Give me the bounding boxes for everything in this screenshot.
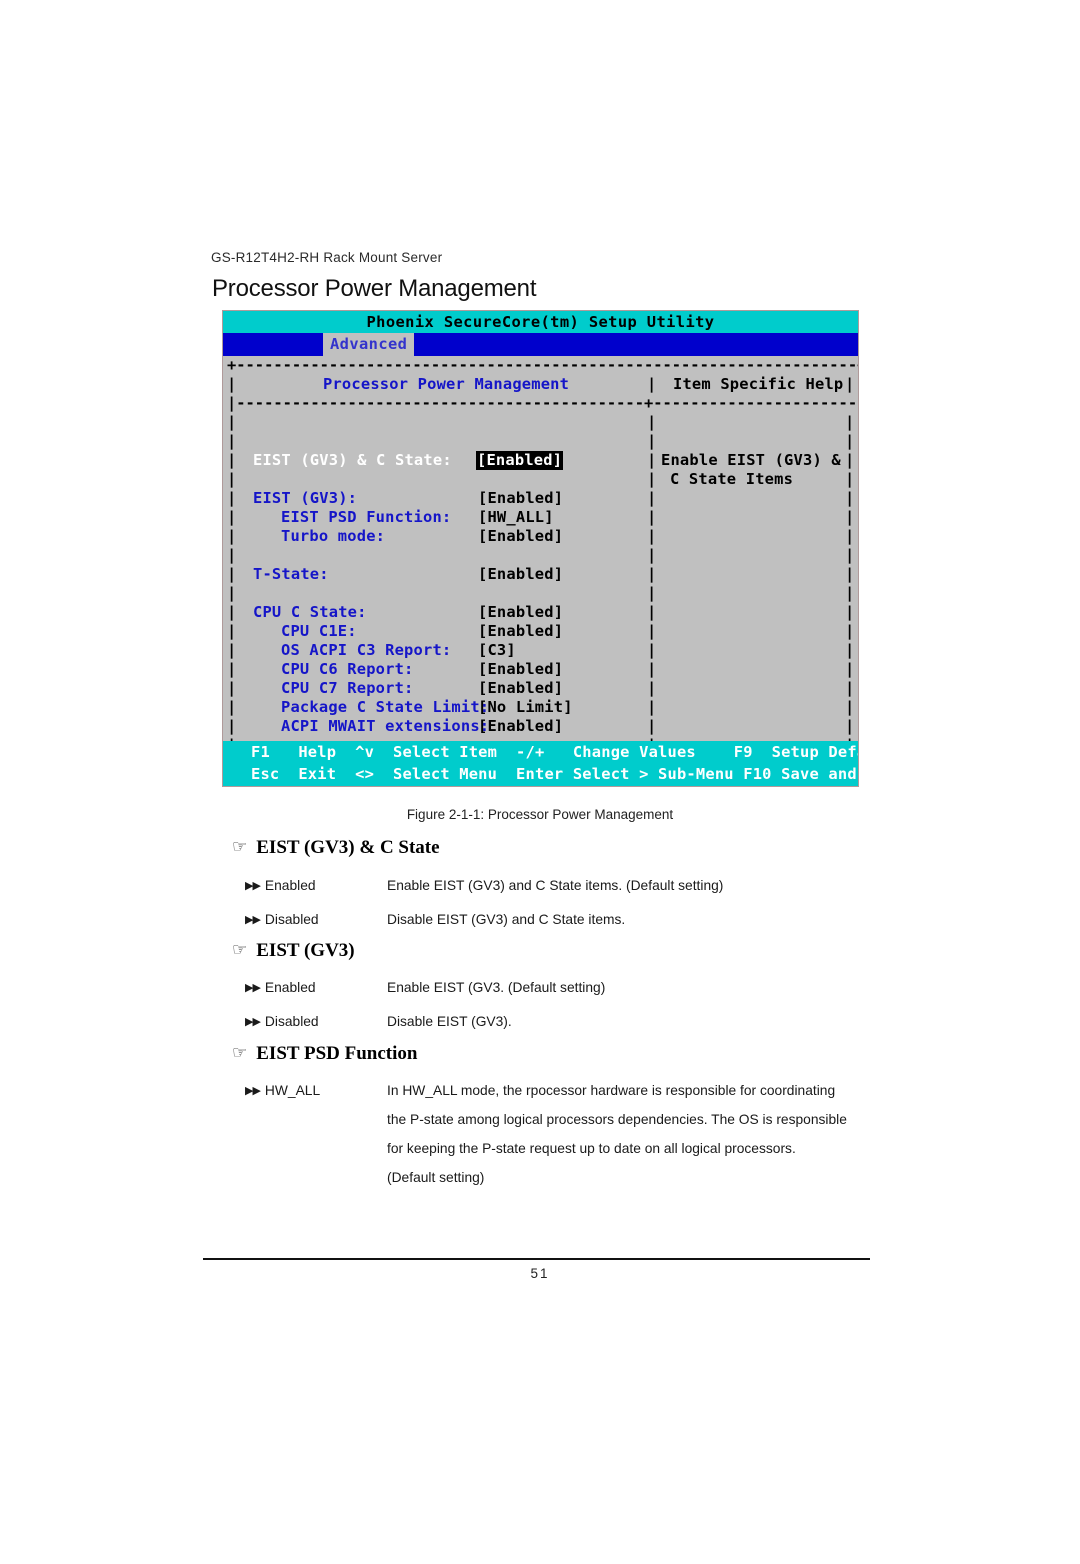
document-page: GS-R12T4H2-RH Rack Mount Server Processo…	[0, 0, 1080, 1564]
section-heading-label: EIST PSD Function	[256, 1043, 418, 1064]
bios-item-label-10[interactable]: Package C State Limit:	[281, 698, 489, 717]
double-arrow-icon: ▶▶	[245, 879, 261, 892]
section-heading-eist-gv3: ☞ EIST (GV3)	[232, 940, 355, 962]
frame-mid-pipe-r1: |	[647, 375, 657, 393]
double-arrow-icon: ▶▶	[245, 913, 261, 926]
hand-pointer-icon: ☞	[232, 837, 248, 857]
option-name-enabled-2: ▶▶ Enabled	[245, 980, 316, 995]
option-name-disabled-2: ▶▶ Disabled	[245, 1014, 319, 1029]
option-desc-enabled-2: Enable EIST (GV3. (Default setting)	[387, 980, 606, 995]
hw-all-desc-line-4: (Default setting)	[387, 1170, 485, 1185]
option-desc-disabled-1: Disable EIST (GV3) and C State items.	[387, 912, 626, 927]
bios-help-line-1: Enable EIST (GV3) &	[661, 451, 841, 469]
section-heading-eist-psd-function: ☞ EIST PSD Function	[232, 1043, 417, 1065]
bios-item-label-8[interactable]: CPU C6 Report:	[281, 660, 414, 679]
bios-help-title: Item Specific Help	[673, 375, 844, 393]
running-header: GS-R12T4H2-RH Rack Mount Server	[211, 250, 443, 265]
double-arrow-icon: ▶▶	[245, 1084, 261, 1097]
bios-item-value-7[interactable]: [C3]	[478, 641, 516, 660]
section-heading-eist-gv3-c-state: ☞ EIST (GV3) & C State	[232, 837, 440, 859]
bios-item-value-2[interactable]: [HW_ALL]	[478, 508, 554, 527]
bios-item-label-2[interactable]: EIST PSD Function:	[281, 508, 451, 527]
hand-pointer-icon: ☞	[232, 940, 248, 960]
bios-item-value-5[interactable]: [Enabled]	[478, 603, 563, 622]
page-number: 51	[530, 1266, 550, 1281]
bios-item-label-3[interactable]: Turbo mode:	[281, 527, 385, 546]
bios-item-value-10[interactable]: [No Limit]	[478, 698, 573, 717]
double-arrow-icon: ▶▶	[245, 1015, 261, 1028]
frame-top-border: +---------------------------------------…	[227, 356, 859, 374]
bios-item-value-3[interactable]: [Enabled]	[478, 527, 563, 546]
hand-pointer-icon: ☞	[232, 1043, 248, 1063]
bios-panel-title: Processor Power Management	[323, 375, 570, 393]
figure-caption: Figure 2-1-1: Processor Power Management	[406, 807, 674, 822]
bios-item-label-4[interactable]: T-State:	[253, 565, 329, 584]
frame-right-pipes: | | | | | | | | | | | | | | | | | |	[845, 413, 855, 754]
frame-right-pipe-r1: |	[845, 375, 855, 393]
frame-left-pipes: | | | | | | | | | | | | | | | | | |	[227, 413, 237, 754]
frame-mid-pipes: | | | | | | | | | | | | | | | | | |	[647, 413, 657, 754]
bios-item-value-9[interactable]: [Enabled]	[478, 679, 563, 698]
bios-item-label-11[interactable]: ACPI MWAIT extensions:	[281, 717, 489, 736]
option-label: Enabled	[264, 980, 316, 995]
option-name-disabled-1: ▶▶ Disabled	[245, 912, 319, 927]
bios-item-label-0[interactable]: EIST (GV3) & C State:	[253, 451, 452, 470]
option-label: HW_ALL	[264, 1083, 321, 1098]
bios-item-label-9[interactable]: CPU C7 Report:	[281, 679, 414, 698]
bios-utility-title: Phoenix SecureCore(tm) Setup Utility	[223, 311, 858, 333]
tab-advanced[interactable]: Advanced	[323, 333, 415, 356]
bios-function-key-bar: F1 Help ^v Select Item -/+ Change Values…	[223, 741, 858, 786]
option-label: Enabled	[264, 878, 316, 893]
bios-item-value-4[interactable]: [Enabled]	[478, 565, 563, 584]
option-name-hw-all: ▶▶ HW_ALL	[245, 1083, 320, 1098]
frame-heading-separator: |---------------------------------------…	[227, 394, 859, 412]
hw-all-desc-line-2: the P-state among logical processors dep…	[387, 1112, 847, 1127]
bios-setup-screenshot: Phoenix SecureCore(tm) Setup Utility Adv…	[222, 310, 859, 787]
bios-item-label-5[interactable]: CPU C State:	[253, 603, 367, 622]
hw-all-desc-line-3: for keeping the P-state request up to da…	[387, 1141, 796, 1156]
bios-help-line-2: C State Items	[670, 470, 794, 488]
section-heading-label: EIST (GV3)	[256, 940, 355, 961]
bios-menu-bar: Advanced	[223, 333, 858, 356]
bios-item-value-0[interactable]: [Enabled]	[476, 451, 564, 470]
bios-item-value-8[interactable]: [Enabled]	[478, 660, 563, 679]
option-desc-disabled-2: Disable EIST (GV3).	[387, 1014, 512, 1029]
bios-item-label-7[interactable]: OS ACPI C3 Report:	[281, 641, 451, 660]
bios-footer-row-2[interactable]: Esc Exit <> Select Menu Enter Select > S…	[251, 763, 858, 785]
option-label: Disabled	[264, 912, 319, 927]
option-name-enabled-1: ▶▶ Enabled	[245, 878, 316, 893]
section-heading-label: EIST (GV3) & C State	[256, 837, 440, 858]
bios-item-value-1[interactable]: [Enabled]	[478, 489, 563, 508]
double-arrow-icon: ▶▶	[245, 981, 261, 994]
hw-all-desc-line-1: In HW_ALL mode, the rpocessor hardware i…	[387, 1083, 836, 1098]
bios-item-label-1[interactable]: EIST (GV3):	[253, 489, 357, 508]
bios-item-value-11[interactable]: [Enabled]	[478, 717, 563, 736]
frame-left-pipe-r1: |	[227, 375, 237, 393]
bios-item-label-6[interactable]: CPU C1E:	[281, 622, 357, 641]
option-label: Disabled	[264, 1014, 319, 1029]
option-desc-enabled-1: Enable EIST (GV3) and C State items. (De…	[387, 878, 724, 893]
footer-rule	[203, 1258, 870, 1260]
bios-body: +---------------------------------------…	[223, 356, 859, 754]
bios-footer-row-1[interactable]: F1 Help ^v Select Item -/+ Change Values…	[251, 741, 858, 763]
bios-item-value-6[interactable]: [Enabled]	[478, 622, 563, 641]
page-title: Processor Power Management	[212, 275, 537, 302]
